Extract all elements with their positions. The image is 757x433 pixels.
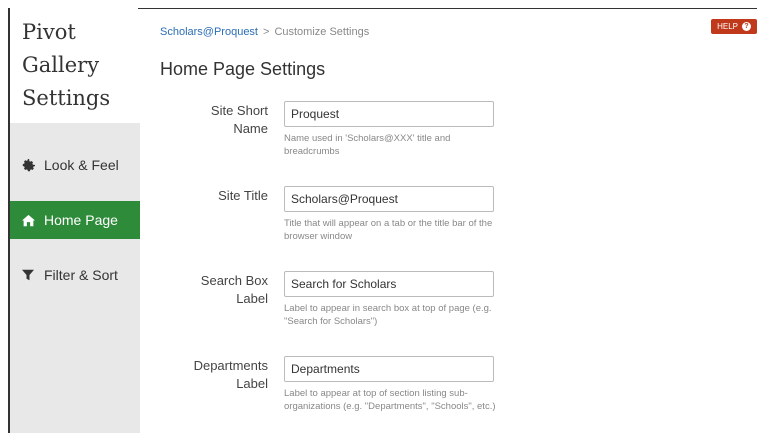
settings-sidebar: Pivot Gallery Settings Look & Feel Home … bbox=[8, 8, 140, 433]
field-label: Site Title bbox=[218, 188, 268, 203]
sidebar-item-home-page[interactable]: Home Page bbox=[10, 201, 140, 239]
gear-icon bbox=[22, 157, 38, 173]
breadcrumb-separator: > bbox=[263, 26, 270, 38]
field-label: Search Box Label bbox=[200, 273, 268, 306]
help-button-label: HELP bbox=[717, 22, 738, 31]
question-icon: ? bbox=[742, 22, 751, 31]
page-title: Home Page Settings bbox=[160, 59, 326, 79]
field-help-text: Label to appear at top of section listin… bbox=[284, 388, 496, 412]
field-help-text: Label to appear in search box at top of … bbox=[284, 303, 492, 327]
breadcrumb-root-link[interactable]: Scholars@Proquest bbox=[160, 26, 258, 38]
field-help-text: Name used in 'Scholars@XXX' title and br… bbox=[284, 133, 451, 157]
home-icon bbox=[22, 212, 38, 228]
sidebar-title: Pivot Gallery Settings bbox=[10, 8, 140, 123]
help-button[interactable]: HELP ? bbox=[711, 19, 757, 34]
sidebar-item-filter-and-sort[interactable]: Filter & Sort bbox=[10, 256, 140, 294]
breadcrumb: Scholars@Proquest > Customize Settings bbox=[160, 26, 369, 38]
sidebar-item-label: Look & Feel bbox=[44, 157, 119, 173]
field-label: Departments Label bbox=[193, 358, 268, 391]
search-box-label-input[interactable] bbox=[284, 271, 494, 297]
site-title-input[interactable] bbox=[284, 186, 494, 212]
filter-icon bbox=[22, 267, 38, 283]
main-content: Scholars@Proquest > Customize Settings HEL… bbox=[138, 8, 757, 433]
site-short-name-input[interactable] bbox=[284, 101, 494, 127]
sidebar-item-label: Home Page bbox=[44, 212, 118, 228]
breadcrumb-current: Customize Settings bbox=[274, 26, 370, 38]
field-help-text: Title that will appear on a tab or the t… bbox=[284, 218, 493, 242]
sidebar-item-look-and-feel[interactable]: Look & Feel bbox=[10, 146, 140, 184]
field-label: Site Short Name bbox=[210, 103, 268, 136]
departments-label-input[interactable] bbox=[284, 356, 494, 382]
sidebar-item-label: Filter & Sort bbox=[44, 267, 118, 283]
